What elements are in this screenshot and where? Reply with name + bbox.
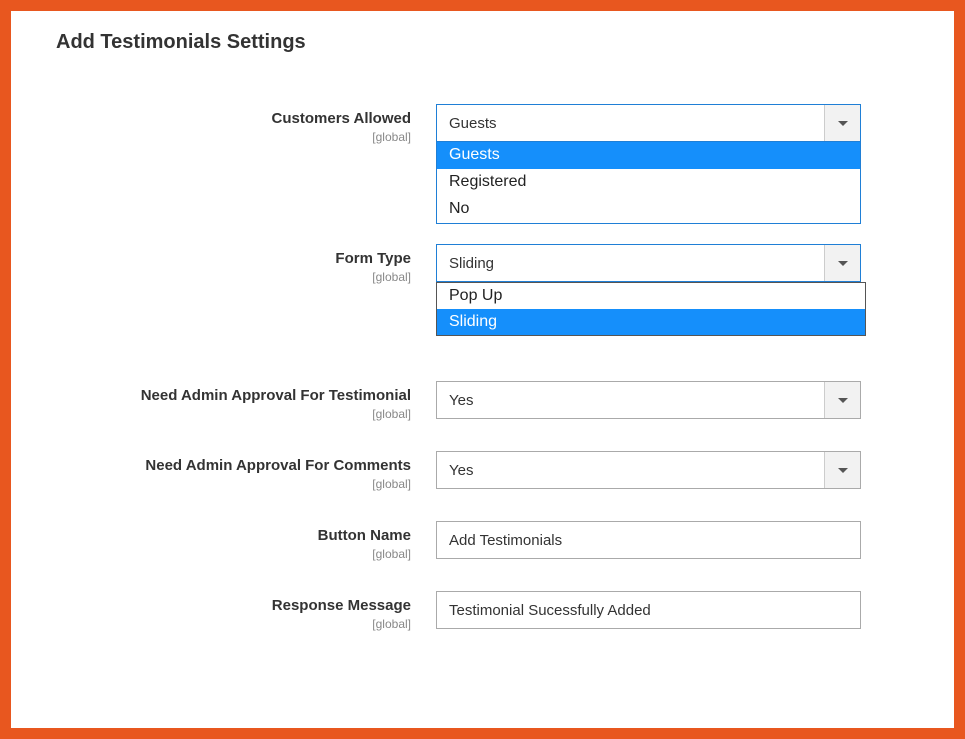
row-approval-comments: Need Admin Approval For Comments [global… [46, 451, 919, 491]
scope-customers-allowed: [global] [46, 130, 411, 144]
row-form-type: Form Type [global] Sliding Pop Up Slidin… [46, 244, 919, 336]
select-approval-comments[interactable]: Yes [436, 451, 861, 489]
label-approval-testimonial: Need Admin Approval For Testimonial [141, 387, 411, 404]
chevron-down-icon [838, 468, 848, 473]
select-value-customers-allowed: Guests [437, 105, 824, 141]
option-sliding[interactable]: Sliding [437, 309, 865, 335]
dropdown-form-type: Pop Up Sliding [436, 282, 866, 336]
input-button-name[interactable] [436, 521, 861, 559]
select-arrow-approval-testimonial[interactable] [824, 382, 860, 418]
dropdown-customers-allowed: Guests Registered No [436, 142, 861, 224]
select-approval-testimonial[interactable]: Yes [436, 381, 861, 419]
option-guests[interactable]: Guests [437, 142, 860, 169]
section-title: Add Testimonials Settings [56, 31, 919, 54]
scope-approval-comments: [global] [46, 477, 411, 491]
row-button-name: Button Name [global] [46, 521, 919, 561]
label-response-message: Response Message [272, 597, 411, 614]
label-button-name: Button Name [318, 527, 411, 544]
label-customers-allowed: Customers Allowed [272, 110, 411, 127]
scope-button-name: [global] [46, 547, 411, 561]
select-value-form-type: Sliding [437, 245, 824, 281]
option-popup[interactable]: Pop Up [437, 283, 865, 309]
row-customers-allowed: Customers Allowed [global] Guests Guests… [46, 104, 919, 224]
scope-response-message: [global] [46, 617, 411, 631]
option-registered[interactable]: Registered [437, 169, 860, 196]
input-response-message[interactable] [436, 591, 861, 629]
chevron-down-icon [838, 261, 848, 266]
label-approval-comments: Need Admin Approval For Comments [145, 457, 411, 474]
select-arrow-approval-comments[interactable] [824, 452, 860, 488]
label-form-type: Form Type [335, 250, 411, 267]
select-form-type[interactable]: Sliding [436, 244, 861, 282]
chevron-down-icon [838, 398, 848, 403]
settings-panel: Add Testimonials Settings Customers Allo… [0, 0, 965, 739]
row-approval-testimonial: Need Admin Approval For Testimonial [glo… [46, 381, 919, 421]
select-arrow-customers-allowed[interactable] [824, 105, 860, 141]
scope-form-type: [global] [46, 270, 411, 284]
select-value-approval-testimonial: Yes [437, 382, 824, 418]
row-response-message: Response Message [global] [46, 591, 919, 631]
select-arrow-form-type[interactable] [824, 245, 860, 281]
select-value-approval-comments: Yes [437, 452, 824, 488]
chevron-down-icon [838, 121, 848, 126]
select-customers-allowed[interactable]: Guests [436, 104, 861, 142]
scope-approval-testimonial: [global] [46, 407, 411, 421]
option-no[interactable]: No [437, 196, 860, 223]
